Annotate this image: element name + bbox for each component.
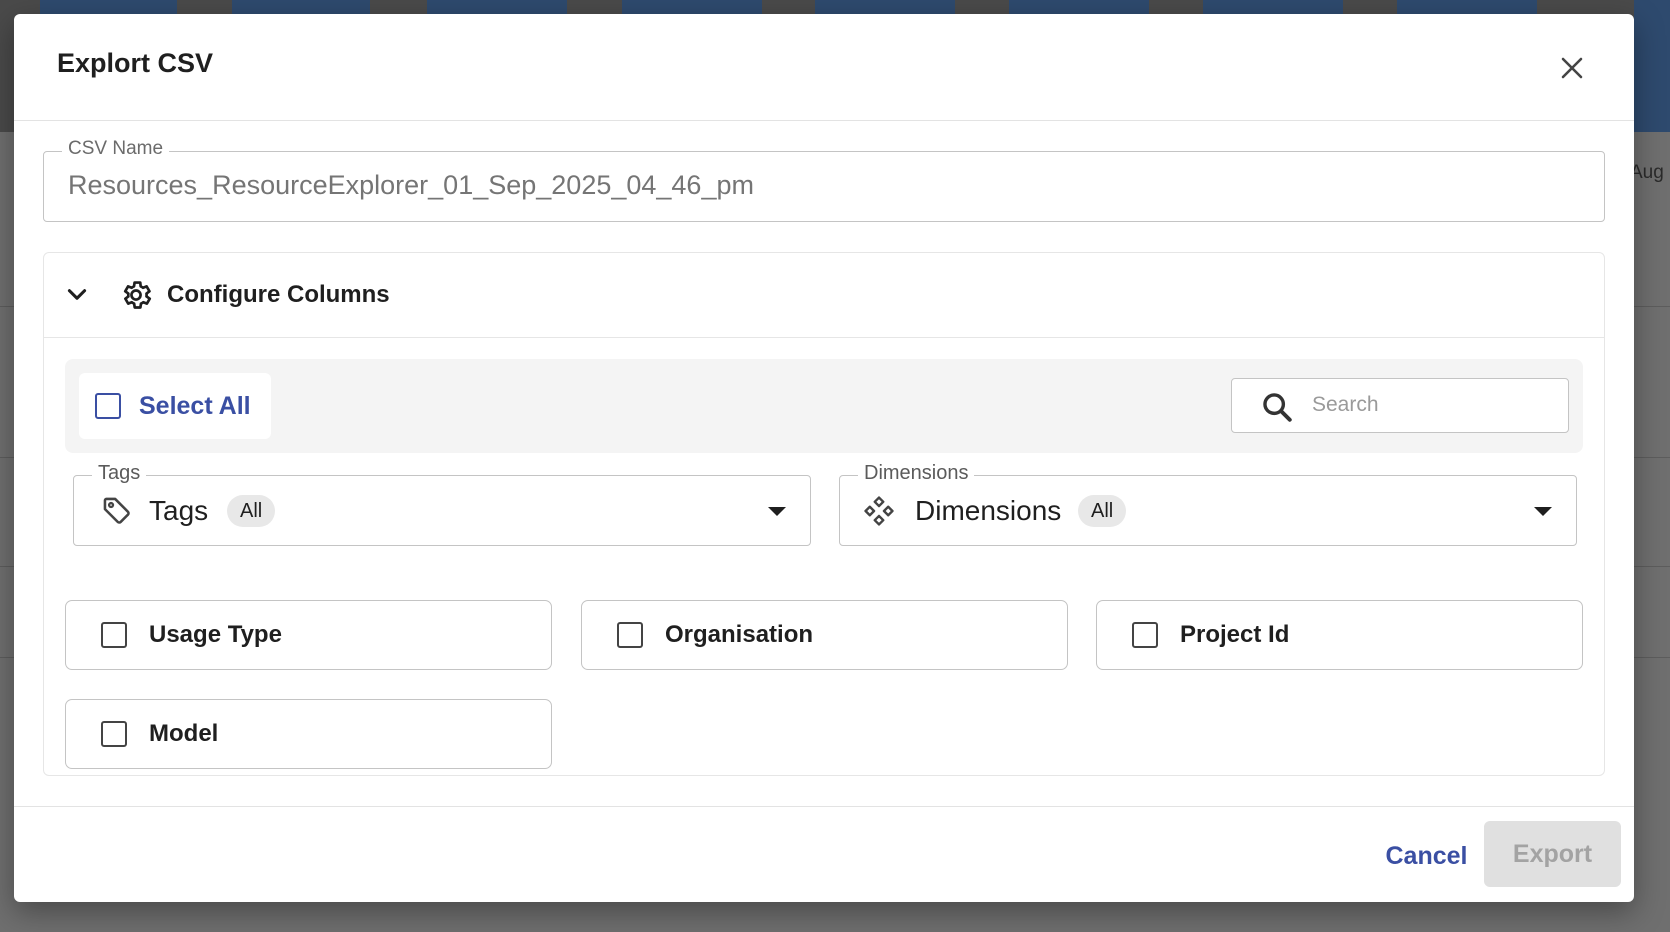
dimensions-dropdown-label: Dimensions (858, 462, 975, 485)
dimensions-icon (864, 496, 894, 526)
column-option-organisation[interactable]: Organisation (581, 600, 1068, 670)
column-option-label: Organisation (665, 621, 814, 648)
background-tile (40, 0, 177, 14)
background-side-strip (1634, 0, 1670, 132)
checkbox-box (101, 721, 127, 747)
dialog-footer: Cancel Export (14, 806, 1634, 902)
column-option-label: Project Id (1180, 621, 1290, 648)
search-field (1231, 378, 1569, 433)
checkbox-box (617, 622, 643, 648)
column-option-usage-type[interactable]: Usage Type (65, 600, 552, 670)
dimensions-dropdown[interactable]: Dimensions Dimensions All (839, 462, 1577, 546)
dimensions-all-chip: All (1078, 495, 1127, 527)
background-tile (1397, 0, 1537, 14)
tags-dropdown-value: Tags (149, 495, 209, 526)
tag-icon (103, 497, 130, 524)
dialog-header: Explort CSV (14, 14, 1634, 121)
export-button[interactable]: Export (1484, 821, 1621, 887)
search-icon (1263, 393, 1292, 422)
dialog-title: Explort CSV (57, 48, 214, 78)
column-option-label: Usage Type (149, 621, 282, 648)
csv-name-input[interactable] (68, 170, 1568, 201)
caret-down-icon (768, 507, 786, 516)
background-partial-label: Aug (1630, 162, 1664, 183)
configure-columns-toggle[interactable]: Configure Columns (44, 253, 1604, 338)
select-all-label: Select All (139, 391, 251, 420)
background-tile (232, 0, 370, 14)
select-all-checkbox[interactable]: Select All (79, 373, 271, 439)
csv-name-field: CSV Name (43, 138, 1605, 222)
background-tile (427, 0, 567, 14)
tags-dropdown[interactable]: Tags Tags All (73, 462, 811, 546)
background-tile (1203, 0, 1343, 14)
columns-toolbar: Select All (65, 359, 1583, 453)
background-tile (815, 0, 955, 14)
export-csv-dialog: Explort CSV CSV Name Configure Columns S… (14, 14, 1634, 902)
dimensions-dropdown-value: Dimensions (915, 495, 1062, 526)
column-option-label: Model (149, 720, 219, 747)
gear-icon (123, 281, 152, 309)
configure-columns-title: Configure Columns (167, 281, 390, 308)
search-input[interactable] (1312, 393, 1552, 417)
csv-name-label: CSV Name (62, 138, 170, 160)
close-button[interactable] (1554, 50, 1590, 86)
close-icon (1561, 57, 1583, 79)
column-option-model[interactable]: Model (65, 699, 552, 769)
background-tile (1009, 0, 1149, 14)
checkbox-box (1132, 622, 1158, 648)
configure-columns-panel: Configure Columns Select All Tags Tags (43, 252, 1605, 776)
cancel-button[interactable]: Cancel (1370, 825, 1483, 887)
checkbox-box (101, 622, 127, 648)
column-option-project-id[interactable]: Project Id (1096, 600, 1583, 670)
chevron-down-icon (67, 289, 87, 300)
select-all-checkbox-box (95, 393, 121, 419)
tags-dropdown-label: Tags (92, 462, 147, 485)
tags-all-chip: All (227, 495, 276, 527)
background-tile (622, 0, 762, 14)
caret-down-icon (1534, 507, 1552, 516)
